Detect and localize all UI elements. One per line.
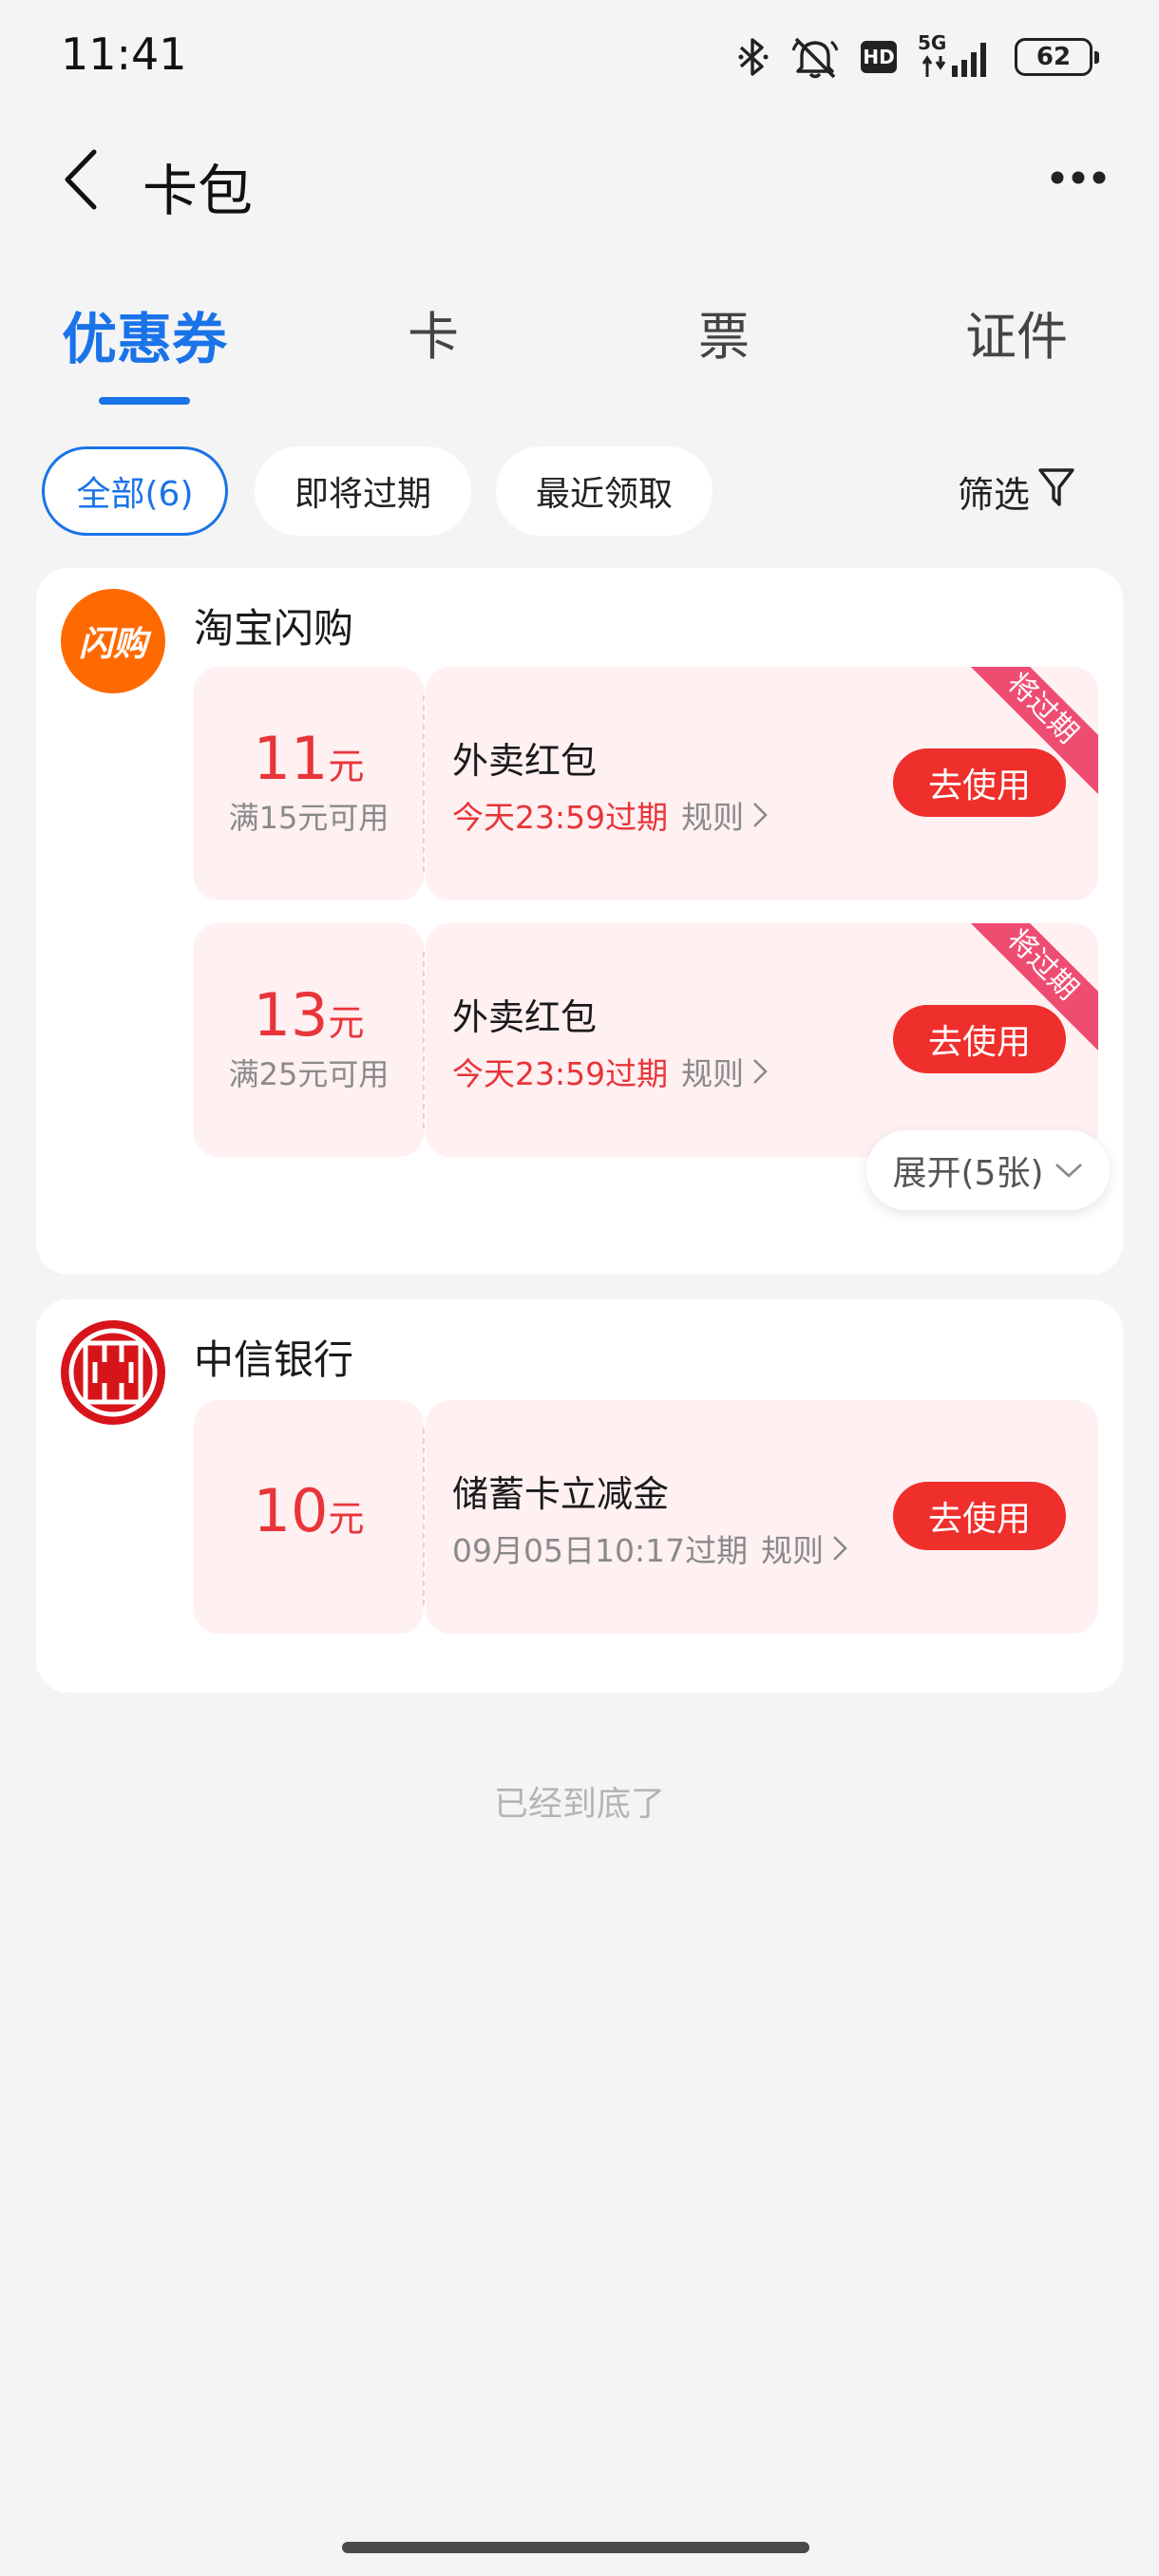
home-indicator[interactable] — [342, 2542, 809, 2553]
coupon-amount-panel: 11元 满15元可用 — [194, 667, 424, 900]
more-options-button[interactable] — [1036, 146, 1121, 213]
coupon-detail-panel: 外卖红包 今天23:59过期 规则 去使用 将过期 — [426, 923, 1098, 1157]
rule-link[interactable]: 规则 — [681, 1049, 769, 1094]
merchant-name: 中信银行 — [194, 1336, 354, 1383]
rule-link[interactable]: 规则 — [681, 792, 769, 838]
amount-unit: 元 — [328, 1002, 365, 1044]
mute-bell-icon — [790, 35, 840, 79]
taobao-logo: 闪购 — [61, 589, 165, 693]
status-icons: HD 5G 62 — [737, 30, 1099, 84]
chevron-right-icon — [833, 1536, 847, 1561]
tab-coupons[interactable]: 优惠券 — [59, 294, 230, 399]
chevron-right-icon — [753, 1059, 768, 1084]
rule-label: 规则 — [681, 1055, 745, 1092]
coupon-amount-panel: 13元 满25元可用 — [194, 923, 424, 1157]
coupon-divider — [423, 1429, 425, 1605]
tab-bar: 优惠券 卡 票 证件 — [0, 294, 1159, 408]
coupon-amount: 11元 — [194, 724, 424, 793]
funnel-icon — [1037, 466, 1075, 517]
hd-badge: HD — [861, 41, 897, 73]
card-wallet-page: 11:41 HD 5G 62 卡包 优惠券 卡 票 证件 全部(6) 即将过期 … — [0, 0, 1159, 2576]
coupon-meta: 09月05日10:17过期 规则 — [452, 1525, 848, 1571]
rule-label: 规则 — [681, 799, 745, 836]
coupon-condition: 满15元可用 — [228, 800, 390, 836]
bluetooth-icon — [737, 36, 770, 78]
expand-coupons-button[interactable]: 展开(5张) — [866, 1130, 1110, 1210]
more-dots-icon — [1050, 170, 1107, 189]
coupon-title: 储蓄卡立减金 — [452, 1473, 670, 1515]
logo-text: 闪购 — [78, 625, 147, 664]
coupon-condition: 满25元可用 — [228, 1056, 390, 1092]
battery-icon: 62 — [1015, 38, 1099, 76]
chevron-left-icon — [56, 146, 104, 217]
coupon-divider — [423, 695, 425, 872]
coupon-detail-panel: 外卖红包 今天23:59过期 规则 去使用 将过期 — [426, 667, 1098, 900]
coupon-expiry: 今天23:59过期 — [452, 1055, 669, 1092]
rule-link[interactable]: 规则 — [761, 1525, 848, 1571]
amount-unit: 元 — [328, 746, 365, 787]
chip-recently-received[interactable]: 最近领取 — [496, 446, 712, 536]
coupon-card[interactable]: 11元 满15元可用 外卖红包 今天23:59过期 规则 去使用 将过期 — [194, 667, 1098, 900]
merchant-card-citic: 中信银行 10元 储蓄卡立减金 09月05日10:17过期 规则 去使用 — [36, 1299, 1123, 1693]
merchant-name: 淘宝闪购 — [194, 605, 354, 652]
merchant-card-taobao: 闪购 淘宝闪购 11元 满15元可用 外卖红包 今天23:59过期 规则 去使用… — [36, 568, 1123, 1275]
coupon-amount: 13元 — [194, 980, 424, 1050]
chevron-right-icon — [753, 803, 768, 827]
status-bar: 11:41 HD 5G 62 — [0, 0, 1159, 114]
amount-value: 10 — [253, 1476, 329, 1545]
page-title: 卡包 — [142, 159, 254, 223]
active-tab-indicator — [99, 397, 190, 405]
amount-value: 13 — [253, 980, 329, 1050]
use-coupon-button[interactable]: 去使用 — [893, 748, 1066, 817]
coupon-meta: 今天23:59过期 规则 — [452, 792, 769, 838]
tab-tickets[interactable]: 票 — [667, 294, 781, 399]
coupon-card[interactable]: 13元 满25元可用 外卖红包 今天23:59过期 规则 去使用 将过期 — [194, 923, 1098, 1157]
coupon-expiry: 今天23:59过期 — [452, 799, 669, 836]
nav-bar: 卡包 — [0, 114, 1159, 247]
use-coupon-button[interactable]: 去使用 — [893, 1482, 1066, 1550]
chip-expiring-soon[interactable]: 即将过期 — [255, 446, 471, 536]
tab-documents[interactable]: 证件 — [950, 294, 1083, 399]
filter-label: 筛选 — [957, 473, 1030, 516]
end-of-list-text: 已经到底了 — [493, 1785, 665, 1824]
expand-label: 展开(5张) — [892, 1154, 1044, 1193]
chevron-down-icon — [1054, 1164, 1082, 1178]
coupon-meta: 今天23:59过期 规则 — [452, 1049, 769, 1094]
chip-all[interactable]: 全部(6) — [42, 446, 228, 536]
filter-chips: 全部(6) 即将过期 最近领取 筛选 — [0, 446, 1159, 536]
coupon-title: 外卖红包 — [452, 996, 598, 1038]
coupon-amount-panel: 10元 — [194, 1400, 424, 1634]
status-time: 11:41 — [61, 28, 187, 80]
signal-icon: 5G — [918, 31, 994, 79]
coupon-title: 外卖红包 — [452, 740, 598, 782]
coupon-amount: 10元 — [194, 1476, 424, 1545]
coupon-expiry: 09月05日10:17过期 — [452, 1532, 749, 1569]
amount-unit: 元 — [328, 1498, 365, 1540]
use-coupon-button[interactable]: 去使用 — [893, 1005, 1066, 1073]
coupon-divider — [423, 952, 425, 1128]
citic-bank-logo — [61, 1320, 165, 1425]
amount-value: 11 — [253, 724, 329, 793]
rule-label: 规则 — [761, 1532, 825, 1569]
filter-button[interactable]: 筛选 — [958, 446, 1075, 536]
tab-cards[interactable]: 卡 — [376, 294, 490, 399]
coupon-detail-panel: 储蓄卡立减金 09月05日10:17过期 规则 去使用 — [426, 1400, 1098, 1634]
coupon-card[interactable]: 10元 储蓄卡立减金 09月05日10:17过期 规则 去使用 — [194, 1400, 1098, 1634]
back-button[interactable] — [42, 139, 118, 224]
